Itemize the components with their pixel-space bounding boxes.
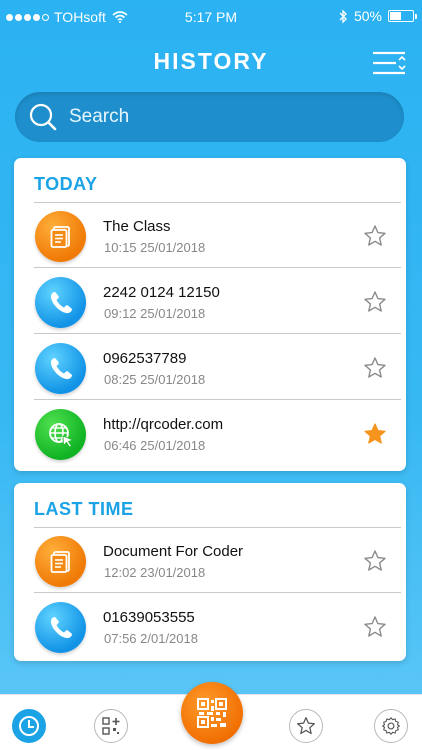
history-item[interactable]: Document For Coder 12:02 23/01/2018 (14, 527, 406, 593)
search-bar[interactable] (15, 92, 404, 142)
phone-icon (35, 602, 86, 653)
item-timestamp: 07:56 2/01/2018 (104, 631, 198, 646)
item-title: Document For Coder (103, 543, 244, 560)
item-timestamp: 08:25 25/01/2018 (104, 372, 206, 387)
item-timestamp: 12:02 23/01/2018 (104, 565, 206, 580)
scan-qr-icon (197, 698, 227, 728)
section-title-last-time: LAST TIME (34, 499, 134, 519)
battery-percent: 50% (353, 8, 382, 24)
phone-icon (35, 277, 86, 328)
item-title: 01639053555 (103, 609, 195, 626)
star-outline-icon[interactable] (363, 224, 387, 248)
history-icon (19, 716, 39, 736)
nav-settings-button[interactable] (374, 709, 408, 743)
settings-icon (382, 717, 400, 735)
item-timestamp: 06:46 25/01/2018 (104, 438, 206, 453)
search-icon (29, 103, 57, 131)
section-title-today: TODAY (34, 174, 98, 194)
history-item[interactable]: 0962537789 08:25 25/01/2018 (14, 334, 406, 400)
item-title: The Class (103, 218, 171, 235)
star-outline-icon[interactable] (363, 549, 387, 573)
history-item[interactable]: http://qrcoder.com 06:46 25/01/2018 (14, 400, 406, 466)
create-qr-icon (102, 717, 120, 735)
nav-history-button[interactable] (12, 709, 46, 743)
item-title: 2242 0124 12150 (103, 284, 220, 301)
document-icon (35, 211, 86, 262)
globe-link-icon (35, 409, 86, 460)
star-outline-icon[interactable] (363, 290, 387, 314)
history-item[interactable]: 2242 0124 12150 09:12 25/01/2018 (14, 268, 406, 334)
item-title: 0962537789 (103, 350, 187, 367)
today-section: TODAY The Class 10:15 25/01/2018 2242 0124… (14, 158, 406, 471)
page-title: HISTORY (153, 48, 269, 74)
history-item[interactable]: 01639053555 07:56 2/01/2018 (14, 593, 406, 659)
star-outline-icon[interactable] (363, 356, 387, 380)
search-input[interactable] (69, 106, 369, 128)
last-time-section: LAST TIME Document For Coder 12:02 23/01/… (14, 483, 406, 661)
sort-menu-icon[interactable] (372, 50, 406, 76)
bluetooth-icon (339, 8, 347, 24)
bottom-nav (0, 682, 422, 750)
status-bar: TOHsoft 5:17 PM 50% (0, 0, 422, 32)
item-timestamp: 09:12 25/01/2018 (104, 306, 206, 321)
scan-qr-button[interactable] (181, 682, 243, 744)
battery-icon (388, 10, 417, 22)
battery-level (390, 12, 401, 20)
document-icon (35, 536, 86, 587)
item-timestamp: 10:15 25/01/2018 (104, 240, 206, 255)
history-item[interactable]: The Class 10:15 25/01/2018 (14, 202, 406, 268)
nav-create-button[interactable] (94, 709, 128, 743)
phone-icon (35, 343, 86, 394)
star-filled-icon[interactable] (363, 422, 387, 446)
star-outline-icon[interactable] (363, 615, 387, 639)
nav-favorites-button[interactable] (289, 709, 323, 743)
favorites-icon (297, 717, 315, 735)
item-title: http://qrcoder.com (103, 416, 224, 433)
status-right: 50% (338, 8, 417, 24)
